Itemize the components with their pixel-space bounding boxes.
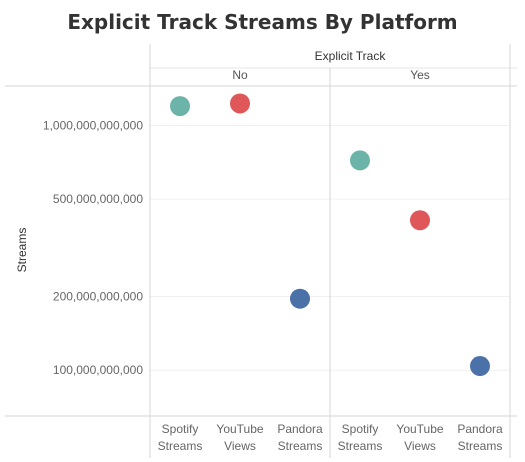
x-category-label: Streams xyxy=(278,439,323,453)
x-category-label: Streams xyxy=(458,439,503,453)
x-category-label: Spotify xyxy=(162,422,199,436)
x-category-label: Spotify xyxy=(342,422,379,436)
x-category-label: Streams xyxy=(338,439,383,453)
panel-label-no: No xyxy=(232,68,248,82)
x-category-label: YouTube xyxy=(216,422,263,436)
y-tick-label: 100,000,000,000 xyxy=(53,363,143,377)
data-point-yes-youtube-views xyxy=(410,210,430,231)
scatter-chart: Explicit Track No Yes 100,000,000,000 200,00… xyxy=(5,44,517,458)
panel-label-yes: Yes xyxy=(410,68,430,82)
y-tick-label: 500,000,000,000 xyxy=(53,192,143,206)
data-point-yes-pandora-streams xyxy=(470,356,490,377)
x-category-label: Views xyxy=(404,439,436,453)
data-point-no-pandora-streams xyxy=(290,288,310,309)
x-category-label: YouTube xyxy=(396,422,443,436)
data-point-yes-spotify-streams xyxy=(350,150,370,171)
y-tick-label: 200,000,000,000 xyxy=(53,290,143,304)
x-category-label: Streams xyxy=(158,439,203,453)
column-header: Explicit Track xyxy=(315,49,387,63)
data-point-no-youtube-views xyxy=(230,93,250,114)
x-category-label: Pandora xyxy=(457,422,503,436)
y-tick-label: 1,000,000,000,000 xyxy=(43,118,143,132)
y-axis-label: Streams xyxy=(15,228,29,273)
x-category-label: Views xyxy=(224,439,256,453)
x-category-label: Pandora xyxy=(277,422,323,436)
data-point-no-spotify-streams xyxy=(170,96,190,117)
